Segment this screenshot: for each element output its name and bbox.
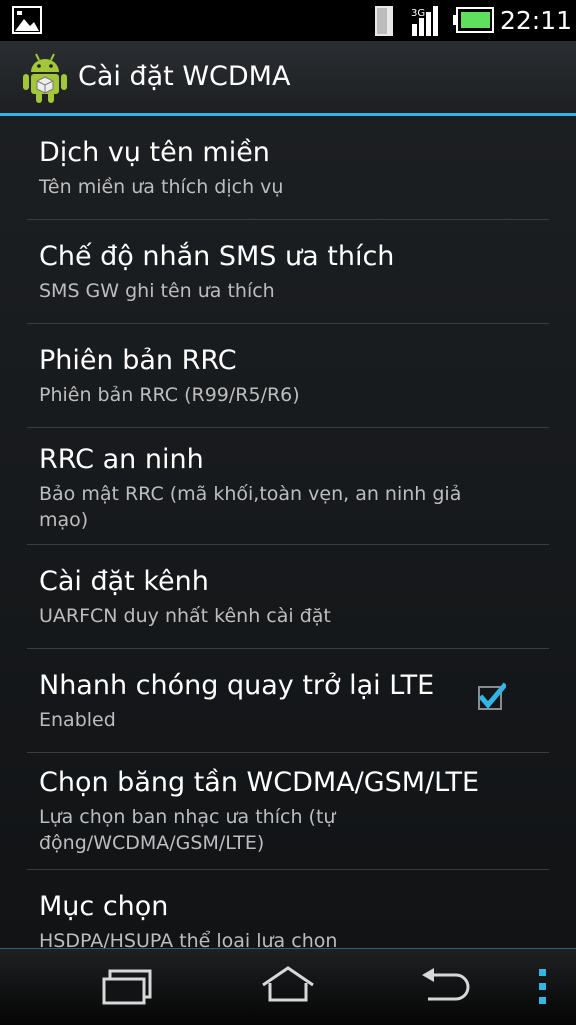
pref-muc-chon[interactable]: Mục chọn HSDPA/HSUPA thể loại lựa chọn: [39, 890, 549, 948]
overflow-menu-icon[interactable]: [536, 967, 550, 1007]
home-icon[interactable]: [258, 965, 318, 1005]
data-bars-icon: 3G: [411, 6, 438, 36]
pref-summary: Enabled: [39, 709, 116, 731]
divider: [27, 219, 549, 220]
pref-title: Nhanh chóng quay trở lại LTE: [39, 670, 435, 701]
divider: [27, 648, 549, 649]
pref-title: Chọn băng tần WCDMA/GSM/LTE: [39, 767, 480, 798]
pref-cai-dat-kenh[interactable]: Cài đặt kênh UARFCN duy nhất kênh cài đặ…: [39, 565, 549, 629]
pref-che-do-sms[interactable]: Chế độ nhắn SMS ưa thích SMS GW ghi tên …: [39, 240, 549, 304]
divider: [27, 752, 549, 753]
pref-title: Cài đặt kênh: [39, 566, 209, 597]
svg-text:3G: 3G: [411, 8, 425, 19]
status-bar: 3G 22:11: [0, 0, 576, 41]
divider: [27, 427, 549, 428]
pref-title: Mục chọn: [39, 891, 169, 922]
pref-phien-ban-rrc[interactable]: Phiên bản RRC Phiên bản RRC (R99/R5/R6): [39, 344, 549, 408]
page-title: Cài đặt WCDMA: [78, 61, 291, 92]
fast-return-lte-checkbox[interactable]: [476, 682, 506, 712]
back-icon[interactable]: [418, 967, 474, 1005]
pref-summary: HSDPA/HSUPA thể loại lựa chọn: [39, 930, 338, 948]
preference-list[interactable]: Dịch vụ tên miền Tên miền ưa thích dịch …: [0, 116, 576, 948]
pref-dich-vu-ten-mien[interactable]: Dịch vụ tên miền Tên miền ưa thích dịch …: [39, 136, 549, 200]
signal-strength-icon: [375, 6, 393, 36]
pref-summary: Phiên bản RRC (R99/R5/R6): [39, 384, 300, 406]
pref-summary: SMS GW ghi tên ưa thích: [39, 280, 275, 302]
divider: [27, 544, 549, 545]
gallery-icon: [12, 6, 42, 34]
pref-rrc-an-ninh[interactable]: RRC an ninh Bảo mật RRC (mã khối,toàn vẹ…: [39, 443, 549, 533]
divider: [27, 869, 549, 870]
pref-summary: Lựa chọn ban nhạc ưa thích (tự động/WCDM…: [39, 806, 336, 854]
android-icon[interactable]: [22, 52, 68, 104]
pref-quay-lai-lte[interactable]: Nhanh chóng quay trở lại LTE Enabled: [39, 669, 549, 733]
recent-apps-icon[interactable]: [100, 967, 156, 1007]
pref-summary: Tên miền ưa thích dịch vụ: [39, 176, 284, 198]
pref-summary: Bảo mật RRC (mã khối,toàn vẹn, an ninh g…: [39, 483, 462, 531]
battery-icon: [453, 7, 494, 33]
pref-title: Chế độ nhắn SMS ưa thích: [39, 241, 395, 272]
clock: 22:11: [500, 6, 573, 35]
pref-title: Dịch vụ tên miền: [39, 137, 270, 168]
pref-chon-bang-tan[interactable]: Chọn băng tần WCDMA/GSM/LTE Lựa chọn ban…: [39, 766, 549, 856]
pref-summary: UARFCN duy nhất kênh cài đặt: [39, 605, 331, 627]
divider: [27, 323, 549, 324]
pref-title: Phiên bản RRC: [39, 345, 237, 376]
navigation-bar: [0, 948, 576, 1025]
pref-title: RRC an ninh: [39, 444, 204, 475]
